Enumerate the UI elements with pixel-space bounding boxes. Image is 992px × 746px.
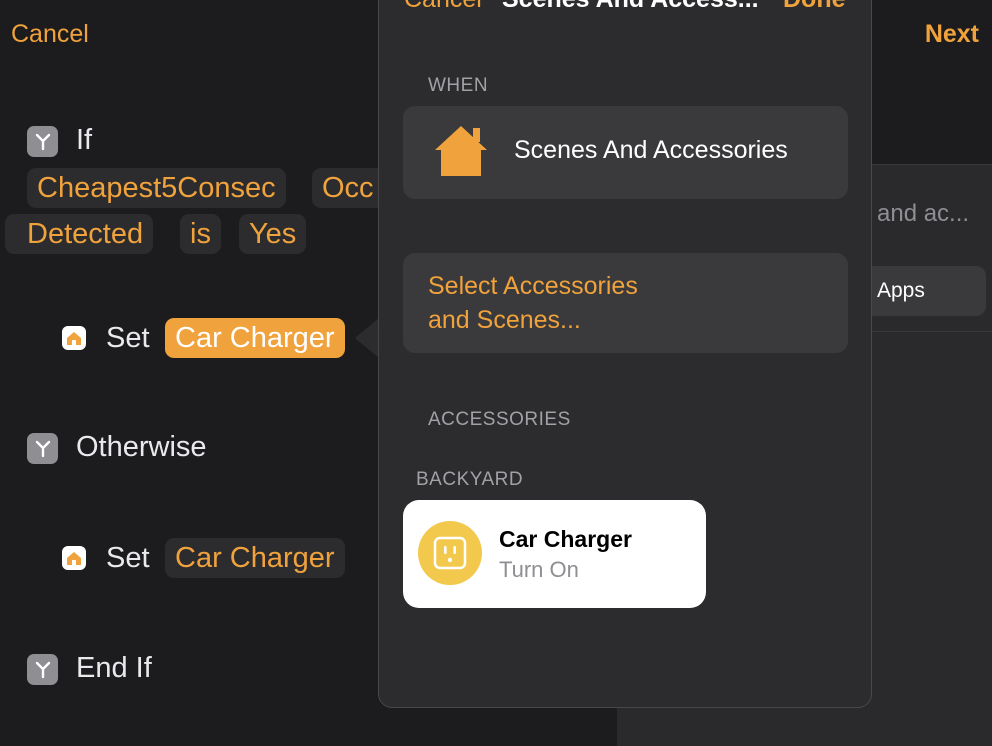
apps-category-button[interactable]: Apps	[862, 266, 986, 316]
variable-token-cheapest[interactable]: Cheapest5Consec	[27, 168, 286, 208]
divider	[870, 331, 992, 332]
divider	[870, 164, 992, 165]
popover-cancel-button[interactable]: Cancel	[404, 0, 482, 14]
home-app-icon	[62, 546, 86, 570]
variable-token-occ[interactable]: Occ	[312, 168, 378, 208]
when-trigger-row[interactable]: Scenes And Accessories	[403, 106, 848, 199]
value-token-yes[interactable]: Yes	[239, 214, 307, 254]
control-flow-icon	[27, 654, 58, 685]
when-section-header: WHEN	[428, 75, 489, 96]
accessory-token[interactable]: Car Charger	[165, 538, 345, 578]
accessory-tile-car-charger[interactable]: Car Charger Turn On	[403, 500, 706, 608]
select-accessories-button[interactable]: Select Accessories and Scenes...	[403, 253, 848, 353]
otherwise-label: Otherwise	[76, 431, 207, 463]
home-app-icon	[62, 326, 86, 350]
accessory-token-selected[interactable]: Car Charger	[165, 318, 345, 358]
search-field[interactable]: and ac...	[877, 200, 969, 228]
select-label-line2: and Scenes...	[428, 306, 581, 334]
control-flow-icon	[27, 126, 58, 157]
condition-token-is[interactable]: is	[180, 214, 221, 254]
accessory-state: Turn On	[499, 557, 579, 582]
set-label: Set	[106, 322, 150, 354]
control-flow-icon	[27, 433, 58, 464]
accessory-name: Car Charger	[499, 526, 632, 552]
next-button[interactable]: Next	[925, 20, 979, 49]
outlet-icon	[418, 521, 482, 585]
variable-token-detected[interactable]: Detected	[5, 214, 154, 254]
scenes-accessories-popover: Cancel Scenes And Access... Done WHEN Sc…	[378, 0, 872, 708]
popover-arrow	[355, 318, 379, 358]
when-item-label: Scenes And Accessories	[514, 136, 788, 164]
end-if-label: End If	[76, 652, 152, 684]
house-icon	[433, 124, 489, 183]
accessories-section-header: ACCESSORIES	[428, 409, 571, 430]
set-label: Set	[106, 542, 150, 574]
select-label-line1: Select Accessories	[428, 272, 638, 300]
popover-done-button[interactable]: Done	[783, 0, 846, 14]
if-label: If	[76, 124, 93, 156]
room-header: BACKYARD	[416, 469, 524, 490]
cancel-button[interactable]: Cancel	[11, 20, 89, 49]
popover-title: Scenes And Access...	[502, 0, 759, 14]
